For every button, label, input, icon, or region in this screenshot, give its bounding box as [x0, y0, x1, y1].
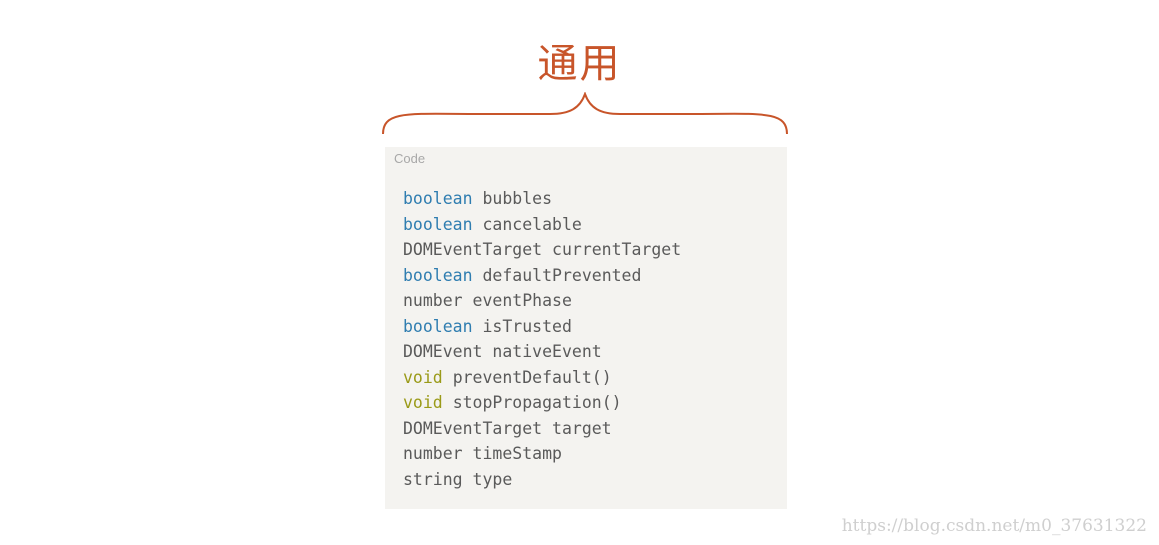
watermark: https://blog.csdn.net/m0_37631322 [841, 516, 1147, 536]
code-line-name: currentTarget [552, 240, 682, 259]
code-line-type: boolean [403, 214, 473, 234]
code-caption: Code [394, 151, 426, 166]
code-line-name: target [552, 418, 612, 438]
code-line-type: number [403, 291, 463, 310]
code-line-name: isTrusted [482, 316, 572, 336]
code-line-type: boolean [403, 265, 473, 285]
code-line-type: DOMEventTarget [403, 418, 543, 438]
code-line-name: eventPhase [472, 291, 572, 310]
code-line: DOMEventTarget currentTarget [403, 237, 681, 263]
code-line-type: boolean [403, 189, 473, 208]
slide: 通用 Code boolean bubbles boolean cancelabl… [0, 0, 1159, 545]
code-line: number eventPhase [403, 288, 681, 314]
code-line-type: string [403, 469, 463, 489]
code-line: boolean bubbles [403, 186, 681, 212]
code-line: void stopPropagation() [403, 390, 681, 416]
code-line: string type [403, 467, 681, 493]
code-line-name: type [472, 469, 513, 489]
code-line: boolean cancelable [403, 212, 681, 238]
code-line-name: cancelable [482, 214, 582, 234]
code-line: DOMEvent nativeEvent [403, 339, 681, 365]
code-line-type: number [403, 444, 463, 463]
code-line-name: stopPropagation() [452, 393, 622, 412]
code-line: void preventDefault() [403, 365, 681, 391]
code-line-name: timeStamp [472, 444, 562, 463]
code-line-type: void [403, 393, 443, 412]
code-line-name: nativeEvent [492, 342, 602, 361]
code-line-type: DOMEvent [403, 342, 483, 361]
heading: 通用 [537, 41, 622, 87]
code-lines: boolean bubbles boolean cancelable DOMEven… [403, 186, 681, 492]
code-line: DOMEventTarget target [403, 416, 681, 442]
code-block: Code boolean bubbles boolean cancelable DO… [385, 147, 787, 509]
code-line-type: DOMEventTarget [403, 240, 543, 259]
code-line-name: preventDefault() [452, 367, 612, 387]
code-line-type: void [403, 367, 443, 387]
curly-brace-icon [382, 92, 788, 135]
code-line-name: bubbles [482, 189, 553, 208]
code-line: number timeStamp [403, 441, 681, 467]
code-line-name: defaultPrevented [482, 265, 642, 285]
code-line: boolean defaultPrevented [403, 263, 681, 289]
code-line: boolean isTrusted [403, 314, 681, 340]
code-line-type: boolean [403, 316, 473, 336]
